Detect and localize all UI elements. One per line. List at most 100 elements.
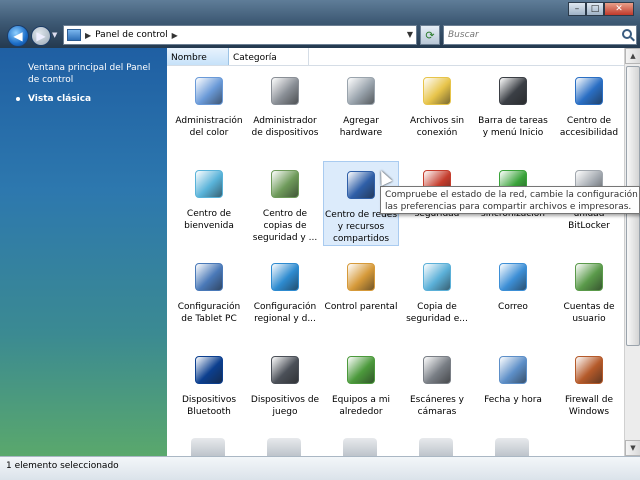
icon-shape: [195, 77, 223, 105]
control-panel-item[interactable]: Centro de accesibilidad: [551, 68, 624, 139]
column-name[interactable]: Nombre: [167, 48, 229, 65]
control-panel-item[interactable]: Configuración de Tablet PC: [171, 254, 247, 325]
item-label: Dispositivos de juego: [250, 395, 320, 417]
scanners-cameras-icon: [417, 350, 457, 390]
bullet-icon: [16, 97, 20, 101]
control-panel-item[interactable]: Dispositivos Bluetooth: [171, 347, 247, 418]
item-label: Agregar hardware: [339, 116, 383, 138]
icon-shape: [347, 356, 375, 384]
icon-shape: [347, 263, 375, 291]
control-panel-item[interactable]: Fecha y hora: [475, 347, 551, 406]
icon-shape: [499, 77, 527, 105]
breadcrumb-arrow-icon[interactable]: ▶: [172, 31, 178, 40]
item-label: Cuentas de usuario: [563, 302, 615, 324]
user-accounts-icon: [569, 257, 609, 297]
control-panel-item[interactable]: Administrador de dispositivos: [247, 68, 323, 139]
control-panel-item[interactable]: Control parental: [323, 254, 399, 313]
regional-settings-icon: [265, 257, 305, 297]
item-label: Configuración de Tablet PC: [177, 302, 241, 324]
arrow-left-icon: ◀: [13, 29, 23, 43]
control-panel-item[interactable]: Barra de tareas y menú Inicio: [475, 68, 551, 139]
back-button[interactable]: ◀: [7, 25, 29, 47]
refresh-icon: ⟳: [425, 28, 435, 42]
bluetooth-icon: [189, 350, 229, 390]
welcome-center-icon: [189, 164, 229, 204]
tasks-pane: Ventana principal del Panel de control V…: [0, 48, 167, 456]
firewall-icon: [569, 350, 609, 390]
item-label: Equipos a mi alrededor: [331, 395, 391, 417]
backup-restore-icon: [417, 257, 457, 297]
address-dropdown-icon[interactable]: ▼: [407, 30, 413, 39]
control-panel-item[interactable]: Correo: [475, 254, 551, 313]
icon-shape: [195, 356, 223, 384]
icon-shape: [423, 263, 451, 291]
icon-shape: [271, 356, 299, 384]
offline-files-icon: [417, 71, 457, 111]
column-category[interactable]: Categoría: [229, 48, 309, 65]
icon-shape: [423, 77, 451, 105]
scroll-down-icon[interactable]: ▼: [625, 440, 640, 456]
control-panel-item[interactable]: Dispositivos de juego: [247, 347, 323, 418]
partially-visible-icon[interactable]: [191, 438, 225, 456]
breadcrumb-arrow-icon[interactable]: ▶: [85, 31, 91, 40]
date-time-icon: [493, 350, 533, 390]
refresh-button[interactable]: ⟳: [420, 25, 440, 45]
item-label: Dispositivos Bluetooth: [181, 395, 237, 417]
mail-icon: [493, 257, 533, 297]
partially-visible-icon[interactable]: [343, 438, 377, 456]
tooltip-line: Compruebe el estado de la red, cambie la…: [385, 190, 640, 200]
status-text: 1 elemento seleccionado: [6, 461, 119, 471]
taskbar-icon: [493, 71, 533, 111]
control-panel-home-link[interactable]: Ventana principal del Panel de control: [28, 62, 157, 86]
network-center-icon: [341, 165, 381, 205]
control-panel-item[interactable]: Archivos sin conexión: [399, 68, 475, 139]
control-panel-item[interactable]: Centro de bienvenida: [171, 161, 247, 232]
icon-shape: [195, 170, 223, 198]
people-near-me-icon: [341, 350, 381, 390]
control-panel-item[interactable]: Escáneres y cámaras: [399, 347, 475, 418]
control-panel-item[interactable]: Cuentas de usuario: [551, 254, 624, 325]
item-label: Copia de seguridad e...: [406, 302, 468, 324]
control-panel-item[interactable]: Firewall de Windows: [551, 347, 624, 418]
item-label: Correo: [498, 302, 528, 312]
partially-visible-icon[interactable]: [419, 438, 453, 456]
control-panel-item[interactable]: Configuración regional y d...: [247, 254, 323, 325]
item-label: Administración del color: [175, 116, 243, 138]
maximize-icon[interactable]: □: [586, 2, 604, 16]
control-panel-item[interactable]: Administración del color: [171, 68, 247, 139]
scroll-up-icon[interactable]: ▲: [625, 48, 640, 64]
control-panel-item[interactable]: Equipos a mi alrededor: [323, 347, 399, 418]
parental-controls-icon: [341, 257, 381, 297]
control-panel-item[interactable]: Agregar hardware: [323, 68, 399, 139]
minimize-icon[interactable]: –: [568, 2, 586, 16]
icon-shape: [347, 171, 375, 199]
icon-shape: [499, 263, 527, 291]
partially-visible-icon[interactable]: [267, 438, 301, 456]
search-input[interactable]: [444, 26, 614, 44]
game-controllers-icon: [265, 350, 305, 390]
breadcrumb-control-panel[interactable]: Panel de control: [95, 30, 167, 40]
history-dropdown-icon[interactable]: ▼: [52, 31, 57, 39]
control-panel-item[interactable]: Centro de copias de seguridad y ...: [247, 161, 323, 244]
control-panel-item[interactable]: Copia de seguridad e...: [399, 254, 475, 325]
search-box[interactable]: [443, 25, 637, 45]
control-panel-icon: [67, 29, 81, 41]
icon-shape: [575, 77, 603, 105]
status-bar: 1 elemento seleccionado: [0, 456, 640, 480]
vertical-scrollbar[interactable]: ▲ ▼: [624, 48, 640, 456]
items-view: Nombre Categoría Administración del colo…: [167, 48, 624, 456]
icon-shape: [271, 170, 299, 198]
classic-view-link[interactable]: Vista clásica: [16, 94, 157, 104]
column-headers: Nombre Categoría: [167, 48, 624, 66]
partially-visible-icon[interactable]: [495, 438, 529, 456]
search-icon[interactable]: [622, 29, 632, 39]
item-label: Fecha y hora: [484, 395, 542, 405]
address-bar[interactable]: ▶ Panel de control ▶ ▼: [63, 25, 417, 45]
forward-button[interactable]: ▶: [31, 26, 51, 46]
title-bar: – □ ✕ ◀ ▶ ▼ ▶ Panel de control ▶ ▼ ⟳: [0, 0, 640, 48]
icon-shape: [423, 356, 451, 384]
item-label: Barra de tareas y menú Inicio: [478, 116, 548, 138]
close-icon[interactable]: ✕: [604, 2, 634, 16]
device-manager-icon: [265, 71, 305, 111]
item-label: Centro de accesibilidad: [559, 116, 619, 138]
